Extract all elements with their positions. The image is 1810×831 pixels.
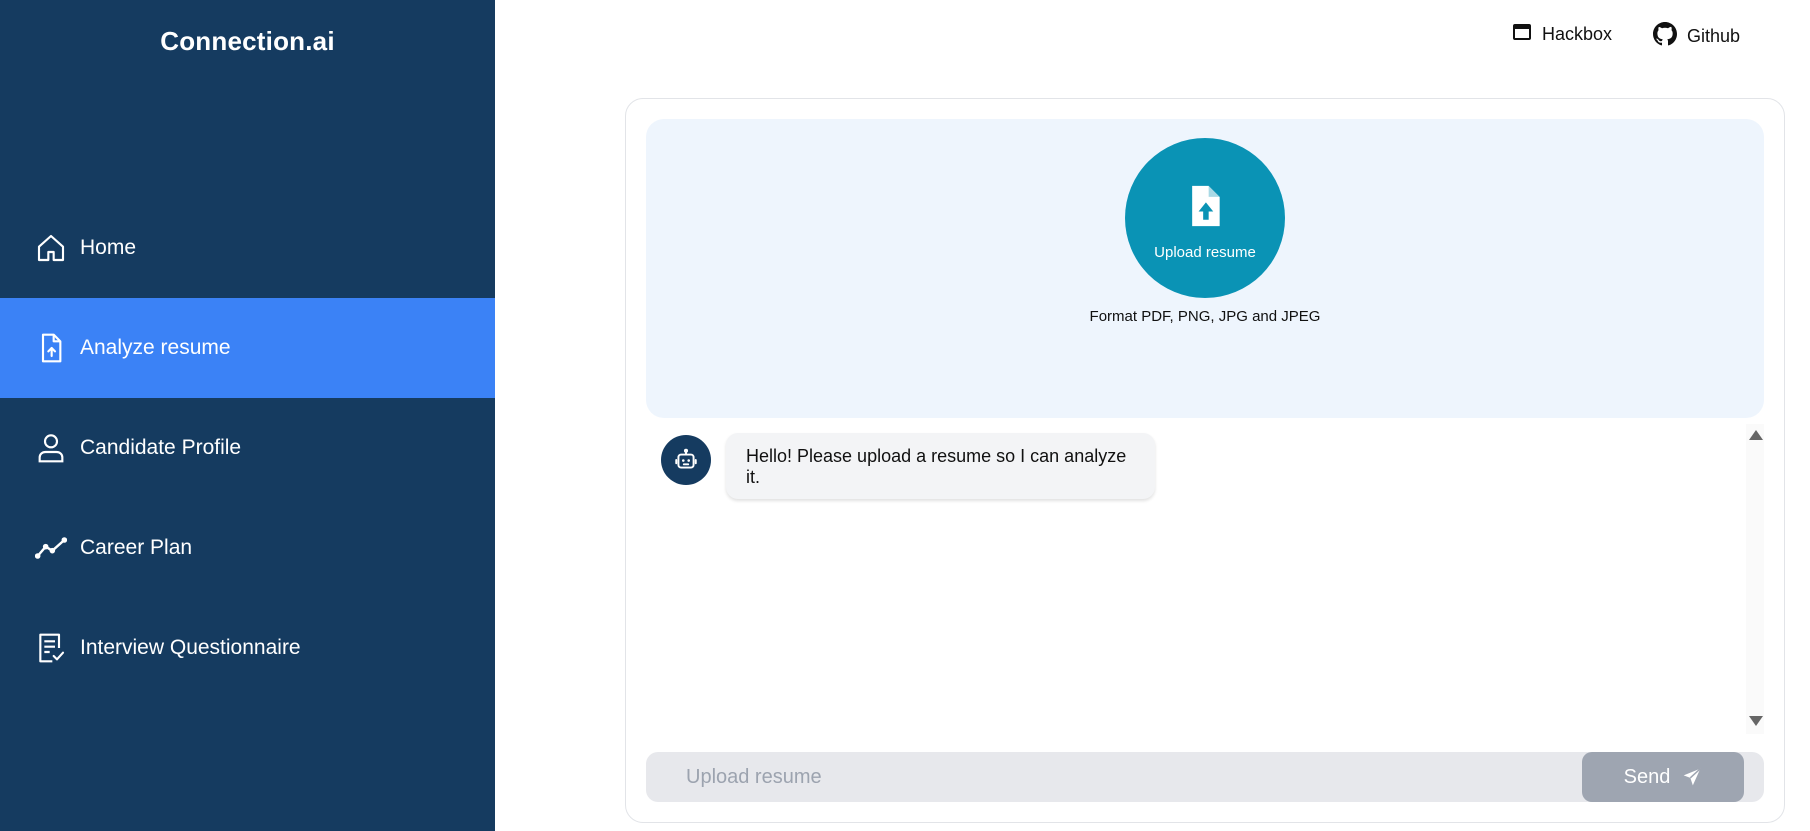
sidebar-item-label: Home xyxy=(80,236,137,259)
chat-messages: Hello! Please upload a resume so I can a… xyxy=(646,424,1764,734)
sidebar-item-analyze-resume[interactable]: Analyze resume xyxy=(0,298,495,398)
send-button[interactable]: Send xyxy=(1582,752,1744,802)
user-icon xyxy=(34,431,68,465)
github-link-label: Github xyxy=(1687,26,1741,46)
window-icon xyxy=(1512,22,1542,47)
robot-icon xyxy=(673,447,699,473)
file-upload-icon xyxy=(34,331,68,365)
sidebar-item-label: Analyze resume xyxy=(80,336,231,359)
chat-message-bot: Hello! Please upload a resume so I can a… xyxy=(726,433,1155,499)
checklist-icon xyxy=(34,631,68,665)
upload-dropzone[interactable]: Upload resume Format PDF, PNG, JPG and J… xyxy=(646,119,1764,418)
upload-resume-label: Upload resume xyxy=(1154,243,1256,261)
main-card: Upload resume Format PDF, PNG, JPG and J… xyxy=(625,98,1785,823)
sidebar-item-home[interactable]: Home xyxy=(0,198,495,298)
composer: Send xyxy=(646,752,1764,802)
trend-line-icon xyxy=(34,531,68,565)
message-input[interactable] xyxy=(666,752,1566,802)
brand-title[interactable]: Connection.ai xyxy=(0,26,495,57)
chat-scrollbar[interactable] xyxy=(1746,424,1764,734)
sidebar-item-candidate-profile[interactable]: Candidate Profile xyxy=(0,398,495,498)
scroll-down-arrow-icon[interactable] xyxy=(1749,716,1763,726)
upload-format-hint: Format PDF, PNG, JPG and JPEG xyxy=(1089,308,1321,325)
sidebar-item-interview-questionnaire[interactable]: Interview Questionnaire xyxy=(0,598,495,698)
upload-resume-button[interactable]: Upload resume xyxy=(1125,138,1285,298)
sidebar-item-label: Career Plan xyxy=(80,536,193,559)
send-button-label: Send xyxy=(1623,765,1671,788)
github-icon xyxy=(1653,22,1687,51)
paper-plane-icon xyxy=(1670,767,1702,787)
sidebar-item-label: Candidate Profile xyxy=(80,436,242,459)
scroll-up-arrow-icon[interactable] xyxy=(1749,430,1763,440)
hackbox-link-label: Hackbox xyxy=(1542,24,1613,44)
sidebar-item-label: Interview Questionnaire xyxy=(80,636,301,659)
sidebar-item-career-plan[interactable]: Career Plan xyxy=(0,498,495,598)
file-upload-icon xyxy=(1183,176,1227,244)
sidebar: Connection.ai Home Analyze resume Candid… xyxy=(0,0,495,831)
github-link[interactable]: Github xyxy=(1653,22,1740,51)
bot-avatar xyxy=(661,435,711,485)
hackbox-link[interactable]: Hackbox xyxy=(1512,22,1612,47)
home-icon xyxy=(34,231,68,265)
